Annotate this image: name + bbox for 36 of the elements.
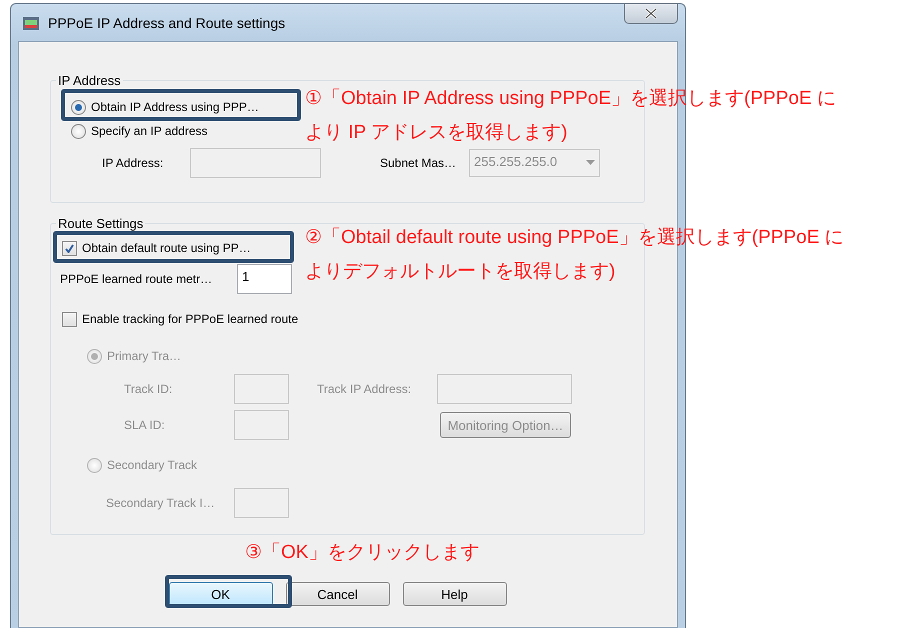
field-label: PPPoE learned route metr… [60, 272, 214, 286]
checkbox-option[interactable]: Obtain default route using PP… [62, 240, 251, 256]
input-field[interactable] [234, 410, 289, 440]
close-button[interactable] [624, 3, 678, 24]
cancel-button[interactable]: Cancel [286, 582, 390, 606]
window-title: PPPoE IP Address and Route settings [48, 14, 286, 30]
input-field[interactable]: 1 [237, 264, 292, 294]
radio-button[interactable] [87, 348, 102, 364]
help-button[interactable]: Help [402, 582, 506, 606]
field-label: Subnet Mas… [380, 156, 458, 170]
radio-button[interactable] [71, 124, 86, 138]
radio-button[interactable] [87, 458, 102, 472]
group-title: IP Address [57, 73, 122, 88]
radio-option[interactable]: Specify an IP address [71, 124, 208, 138]
field-label: Track IP Address: [317, 382, 412, 396]
field-label: Secondary Track I… [106, 496, 216, 510]
field-label: Track ID: [124, 382, 174, 396]
ok-button[interactable]: OK [168, 582, 272, 606]
group-title: Route Settings [57, 216, 144, 231]
annotation-text: よりデフォルトルートを取得します) [305, 260, 616, 284]
radio-option[interactable]: Obtain IP Address using PPP… [71, 100, 259, 114]
input-field[interactable] [437, 374, 572, 404]
checkbox-option[interactable]: Enable tracking for PPPoE learned route [62, 312, 298, 326]
annotation-text: ③「OK」をクリックします [245, 541, 480, 565]
app-icon [22, 14, 40, 30]
checkbox[interactable] [62, 312, 77, 326]
annotation-text: より IP アドレスを取得します) [305, 121, 568, 145]
field-label: SLA ID: [124, 418, 166, 432]
radio-button[interactable] [71, 100, 86, 114]
close-icon [645, 8, 657, 19]
checkbox[interactable] [62, 240, 77, 256]
check-icon [65, 244, 74, 252]
input-field[interactable] [234, 488, 289, 518]
dropdown-arrow-icon [586, 160, 595, 165]
field-label: IP Address: [102, 156, 164, 170]
input-field[interactable] [234, 374, 289, 404]
